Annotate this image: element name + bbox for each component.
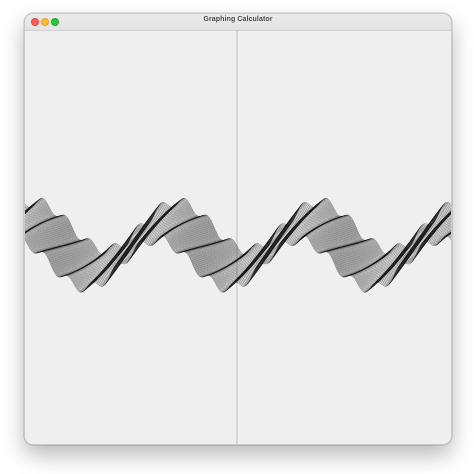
sine-curve (25, 202, 451, 260)
sine-curve-family (25, 197, 451, 293)
graphing-calculator-window: Graphing Calculator (24, 13, 452, 445)
title-bar[interactable]: Graphing Calculator (25, 14, 451, 31)
graph-plot[interactable] (25, 31, 451, 444)
sine-curve (25, 200, 451, 258)
sine-curve (25, 198, 451, 256)
sine-curve (25, 197, 451, 255)
window-title: Graphing Calculator (203, 16, 273, 23)
sine-curve (25, 201, 451, 259)
sine-curve (25, 204, 451, 261)
graph-canvas[interactable] (25, 31, 451, 444)
sine-curve (25, 212, 451, 269)
